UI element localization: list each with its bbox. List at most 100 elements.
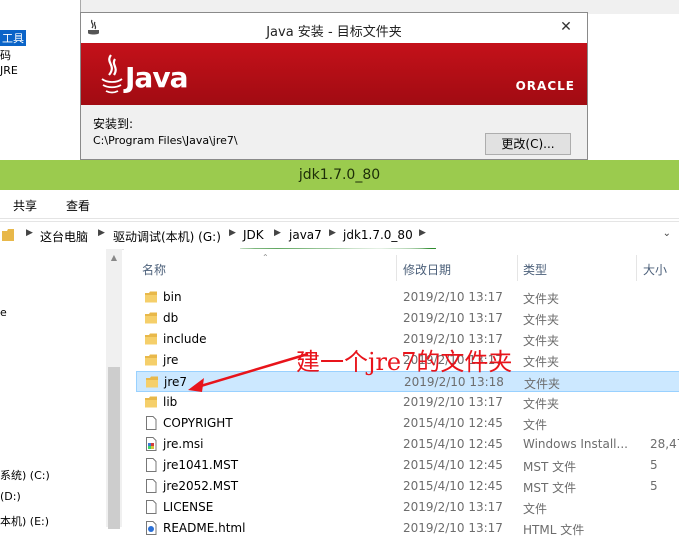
table-row[interactable]: jre.msi 2015/4/10 12:45 Windows Install...…: [136, 434, 679, 455]
file-name: jre.msi: [163, 437, 204, 451]
breadcrumb-item-this-pc[interactable]: 这台电脑: [40, 228, 88, 245]
install-to-label: 安装到:: [93, 117, 134, 131]
file-name: COPYRIGHT: [163, 416, 233, 430]
breadcrumb-separator-icon[interactable]: ▶: [419, 228, 426, 238]
annotation-text: 建一个jre7的文件夹: [296, 348, 513, 376]
java-banner: Java ORACLE: [81, 43, 587, 105]
column-header-type[interactable]: 类型: [523, 261, 547, 278]
table-row[interactable]: jre2052.MST 2015/4/10 12:45 MST 文件 5: [136, 476, 679, 497]
file-type: 文件夹: [523, 292, 560, 306]
oracle-logo-text: ORACLE: [515, 79, 575, 93]
install-path-text: C:\Program Files\Java\jre7\: [93, 134, 238, 147]
column-header-size[interactable]: 大小: [643, 261, 667, 278]
column-header-name[interactable]: 名称: [142, 261, 166, 278]
table-row[interactable]: bin 2019/2/10 13:17 文件夹: [136, 287, 679, 308]
breadcrumb-separator-icon[interactable]: ▶: [26, 228, 33, 238]
column-divider[interactable]: [517, 255, 518, 281]
change-button[interactable]: 更改(C)...: [485, 133, 571, 155]
file-name: jre2052.MST: [163, 479, 239, 493]
breadcrumb-separator-icon[interactable]: ▶: [229, 228, 236, 238]
file-name: lib: [163, 395, 178, 409]
file-type: 文件: [523, 418, 548, 432]
file-name: include: [163, 332, 207, 346]
file-date: 2019/2/10 13:17: [403, 500, 503, 514]
file-icon: [144, 479, 158, 493]
nav-scrollbar[interactable]: ▲: [106, 249, 122, 529]
nav-item-drive-d[interactable]: (D:): [0, 490, 21, 503]
address-bar[interactable]: ▶ 这台电脑 ▶ 驱动调试(本机) (G:) ▶ JDK ▶ java7 ▶ j…: [0, 221, 679, 250]
file-date: 2019/2/10 13:17: [403, 311, 503, 325]
file-icon: [144, 458, 158, 472]
file-type: 文件夹: [523, 313, 560, 327]
file-type: 文件夹: [523, 355, 560, 369]
file-name: db: [163, 311, 179, 325]
table-row[interactable]: COPYRIGHT 2015/4/10 12:45 文件: [136, 413, 679, 434]
scrollbar-thumb[interactable]: [108, 367, 120, 529]
file-date: 2015/4/10 12:45: [403, 437, 503, 451]
table-row[interactable]: LICENSE 2019/2/10 13:17 文件: [136, 497, 679, 518]
breadcrumb-separator-icon[interactable]: ▶: [98, 228, 105, 238]
folder-icon: [2, 229, 14, 241]
java-logo-text: Java: [125, 61, 188, 94]
msi-file-icon: [144, 437, 158, 451]
table-row[interactable]: db 2019/2/10 13:17 文件夹: [136, 308, 679, 329]
folder-icon: [144, 395, 158, 409]
file-type: 文件夹: [524, 377, 561, 391]
file-date: 2015/4/10 12:45: [403, 416, 503, 430]
file-type: 文件: [523, 502, 548, 516]
file-icon: [144, 500, 158, 514]
table-row[interactable]: README.html 2019/2/10 13:17 HTML 文件: [136, 518, 679, 539]
address-dropdown-chevron-icon[interactable]: ⌄: [663, 228, 671, 239]
breadcrumb-item-drive-g[interactable]: 驱动调试(本机) (G:): [113, 228, 221, 245]
scroll-up-icon[interactable]: ▲: [106, 253, 122, 262]
breadcrumb-item-jdk1.7.0_80[interactable]: jdk1.7.0_80: [343, 228, 413, 242]
file-type: MST 文件: [523, 481, 577, 495]
background-window-item[interactable]: 码: [0, 47, 11, 63]
file-size: 5: [650, 458, 658, 472]
breadcrumb-item-java7[interactable]: java7: [289, 228, 322, 242]
breadcrumb-item-jdk[interactable]: JDK: [243, 228, 264, 242]
file-date: 2015/4/10 12:45: [403, 479, 503, 493]
column-divider[interactable]: [636, 255, 637, 281]
breadcrumb-separator-icon[interactable]: ▶: [329, 228, 336, 238]
file-name: bin: [163, 290, 182, 304]
folder-icon: [144, 353, 158, 367]
file-size: 5: [650, 479, 658, 493]
background-window-item[interactable]: JRE: [0, 64, 18, 77]
background-window: 工具 码 JRE: [0, 0, 81, 160]
explorer-title: jdk1.7.0_80: [298, 167, 381, 183]
nav-item-drive-c[interactable]: 系统) (C:): [0, 467, 50, 483]
folder-icon: [145, 375, 159, 389]
file-type: 文件夹: [523, 397, 560, 411]
folder-icon: [144, 311, 158, 325]
file-type: MST 文件: [523, 460, 577, 474]
file-name: jre: [163, 353, 179, 367]
java-dialog-titlebar[interactable]: Java 安装 - 目标文件夹 ✕: [81, 13, 587, 43]
close-icon[interactable]: ✕: [553, 16, 579, 38]
file-date: 2015/4/10 12:45: [403, 458, 503, 472]
file-name: jre1041.MST: [163, 458, 239, 472]
background-window-item-selected[interactable]: 工具: [0, 30, 26, 46]
file-date: 2019/2/10 13:17: [403, 521, 503, 535]
html-file-icon: [144, 521, 158, 535]
java-dialog-title: Java 安装 - 目标文件夹: [266, 25, 402, 40]
breadcrumb-separator-icon[interactable]: ▶: [274, 228, 281, 238]
column-header-date[interactable]: 修改日期: [403, 261, 451, 278]
sort-ascending-icon: ⌃: [262, 253, 269, 262]
folder-icon: [144, 290, 158, 304]
file-date: 2019/2/10 13:17: [403, 395, 503, 409]
tab-share[interactable]: 共享: [13, 197, 37, 214]
ribbon-tabs: 共享 查看: [0, 190, 679, 219]
file-type: Windows Install...: [523, 437, 628, 451]
file-name: README.html: [163, 521, 246, 535]
file-date: 2019/2/10 13:17: [403, 290, 503, 304]
file-icon: [144, 416, 158, 430]
tab-view[interactable]: 查看: [66, 197, 90, 214]
java-installer-dialog: Java 安装 - 目标文件夹 ✕ Java ORACLE 安装到: C:\Pr…: [80, 12, 588, 160]
column-divider[interactable]: [396, 255, 397, 281]
file-date: 2019/2/10 13:18: [404, 375, 504, 389]
table-row[interactable]: jre1041.MST 2015/4/10 12:45 MST 文件 5: [136, 455, 679, 476]
nav-item[interactable]: e: [0, 306, 7, 319]
file-name: LICENSE: [163, 500, 214, 514]
navigation-pane: e 系统) (C:) (D:) 本机) (E:): [0, 249, 106, 528]
